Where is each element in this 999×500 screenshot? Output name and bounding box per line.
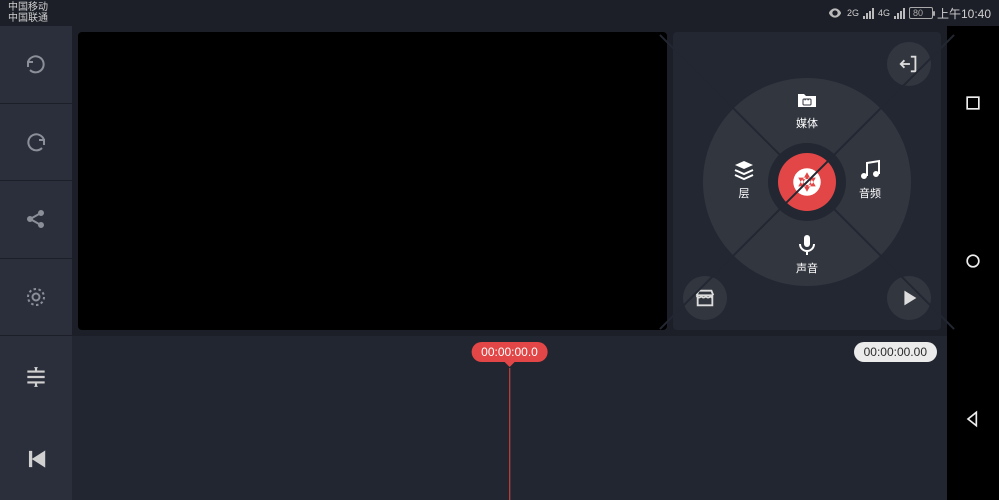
status-bar: 中国移动 中国联通 2G 4G 80 上午10:40 bbox=[0, 0, 999, 26]
playhead-time: 00:00:00.0 bbox=[471, 342, 548, 362]
left-toolbar bbox=[0, 26, 72, 336]
wheel-media-button[interactable]: 媒体 bbox=[772, 88, 842, 131]
timeline-left-toolbar bbox=[0, 336, 72, 500]
action-wheel: 媒体 层 音频 声音 bbox=[703, 78, 911, 286]
wheel-panel: 媒体 层 音频 声音 bbox=[673, 32, 941, 330]
share-button[interactable] bbox=[0, 181, 72, 259]
signal-1-icon bbox=[863, 8, 874, 19]
track-adjust-button[interactable] bbox=[0, 336, 72, 418]
playhead-line[interactable] bbox=[509, 368, 511, 500]
total-time: 00:00:00.00 bbox=[854, 342, 937, 362]
clock: 上午10:40 bbox=[937, 5, 991, 22]
status-carriers: 中国移动 中国联通 bbox=[8, 2, 48, 24]
redo-icon bbox=[24, 130, 48, 154]
track-adjust-icon bbox=[23, 364, 49, 390]
wheel-voice-button[interactable]: 声音 bbox=[772, 233, 842, 276]
video-editor-app: 媒体 层 音频 声音 bbox=[0, 26, 947, 500]
android-nav-bar bbox=[947, 26, 999, 500]
skip-previous-icon bbox=[23, 446, 49, 472]
music-note-icon bbox=[858, 158, 882, 182]
nav-recents-button[interactable] bbox=[963, 93, 983, 118]
go-to-start-button[interactable] bbox=[0, 418, 72, 500]
timeline[interactable]: 00:00:00.0 00:00:00.00 bbox=[72, 336, 947, 500]
battery-icon: 80 bbox=[909, 7, 933, 19]
eye-icon bbox=[827, 5, 843, 21]
upper-row: 媒体 层 音频 声音 bbox=[0, 26, 947, 336]
microphone-icon bbox=[795, 233, 819, 257]
settings-button[interactable] bbox=[0, 259, 72, 337]
aperture-icon bbox=[792, 167, 822, 197]
wheel-voice-label: 声音 bbox=[796, 260, 818, 276]
gear-icon bbox=[24, 285, 48, 309]
carrier-1: 中国移动 bbox=[8, 2, 48, 13]
undo-button[interactable] bbox=[0, 26, 72, 104]
wheel-media-label: 媒体 bbox=[796, 115, 818, 131]
redo-button[interactable] bbox=[0, 104, 72, 182]
wheel-capture-button[interactable] bbox=[778, 153, 836, 211]
video-preview[interactable] bbox=[78, 32, 667, 330]
nav-home-button[interactable] bbox=[963, 251, 983, 276]
carrier-2: 中国联通 bbox=[8, 13, 48, 24]
lower-row: 00:00:00.0 00:00:00.00 bbox=[0, 336, 947, 500]
share-icon bbox=[24, 207, 48, 231]
nav-back-button[interactable] bbox=[963, 409, 983, 434]
wheel-layer-label: 层 bbox=[739, 185, 750, 201]
net-2: 4G bbox=[878, 8, 890, 18]
net-1: 2G bbox=[847, 8, 859, 18]
undo-icon bbox=[24, 52, 48, 76]
signal-2-icon bbox=[894, 8, 905, 19]
layers-icon bbox=[732, 158, 756, 182]
status-right: 2G 4G 80 上午10:40 bbox=[827, 5, 991, 22]
media-folder-icon bbox=[795, 88, 819, 112]
wheel-audio-label: 音频 bbox=[859, 185, 881, 201]
